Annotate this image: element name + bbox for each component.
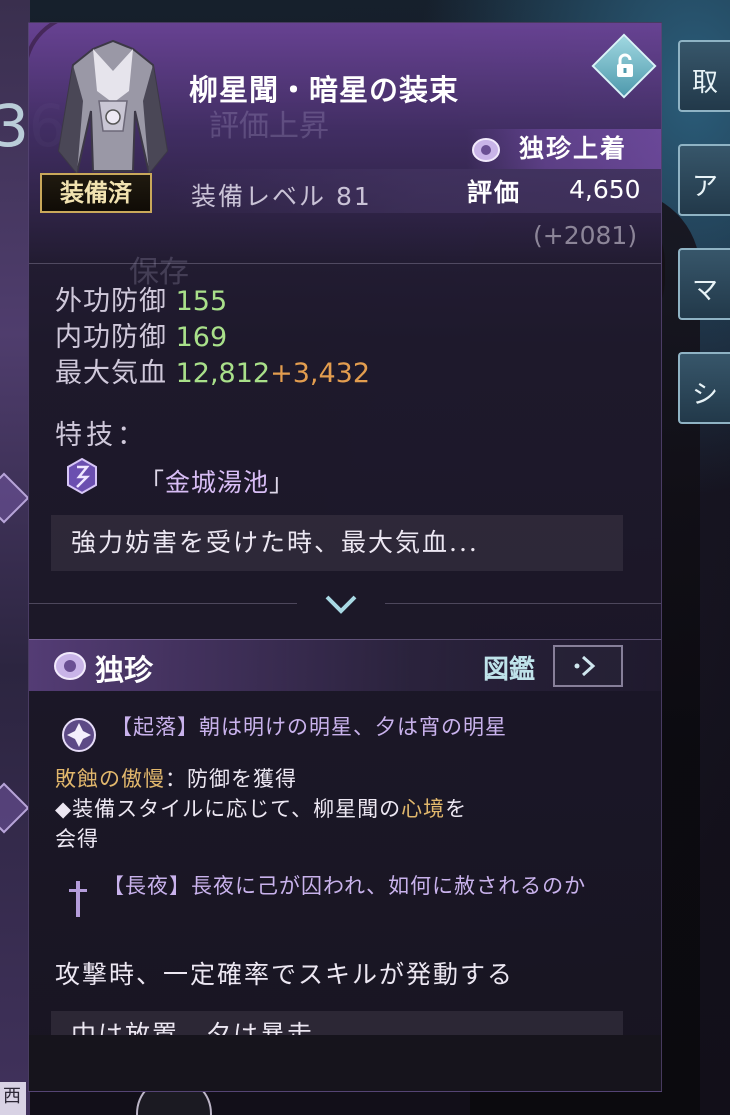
score-diff: (+2081) bbox=[533, 221, 638, 250]
effect-cut-text: 中は放置、夕は暴走 bbox=[71, 1020, 315, 1035]
special-skill-name-text: 金城湯池 bbox=[165, 468, 270, 497]
stat-value: 155 bbox=[175, 286, 228, 317]
stat-name: 最大気血 bbox=[55, 358, 167, 389]
special-skill-heading: 特技： bbox=[55, 420, 148, 451]
skill-rune-icon bbox=[67, 457, 97, 495]
score-value: 4,650 bbox=[569, 175, 641, 204]
equip-level: 装備レベル 81 bbox=[191, 182, 372, 211]
effect-1-line-1: 敗蝕の傲慢：防御を獲得 bbox=[55, 763, 297, 793]
item-name: 柳星聞・暗星の装束 bbox=[189, 73, 460, 107]
sword-icon bbox=[69, 881, 87, 917]
catalog-label[interactable]: 図鑑 bbox=[483, 649, 535, 686]
skill-description: 強力妨害を受けた時、最大気血... bbox=[71, 528, 479, 557]
rarity-gem-icon bbox=[472, 138, 500, 162]
unique-section-title: 独珍 bbox=[95, 653, 154, 687]
chevron-down-icon[interactable] bbox=[319, 589, 363, 619]
effect-1-title: 【起落】朝は明けの明星、夕は宵の明星 bbox=[111, 715, 507, 739]
quote-close: 」 bbox=[269, 468, 296, 497]
effect-1-line-2: ◆装備スタイルに応じて、柳星聞の心境を bbox=[55, 793, 467, 823]
effect-2-text: 攻撃時、一定確率でスキルが発動する bbox=[55, 960, 515, 989]
effect-1-keyword: 敗蝕の傲慢 bbox=[55, 767, 165, 791]
divider-right bbox=[385, 603, 661, 604]
stat-name: 内功防御 bbox=[55, 322, 167, 353]
bottom-left-tab[interactable]: 西 bbox=[0, 1082, 26, 1115]
effect-2-title: 【長夜】長夜に己が囚われ、如何に赦されるのか bbox=[103, 874, 587, 898]
special-skill-name: 「金城湯池」 bbox=[139, 463, 295, 499]
quote-open: 「 bbox=[139, 468, 166, 497]
unique-gem-icon bbox=[54, 652, 86, 680]
effect-1-line-2-prefix: ◆装備スタイルに応じて、柳星聞の bbox=[55, 797, 402, 821]
effect-1-line-3: 会得 bbox=[55, 827, 99, 851]
stat-bonus: +3,432 bbox=[270, 358, 370, 389]
stat-value: 12,812 bbox=[175, 358, 271, 389]
left-inventory-strip bbox=[0, 0, 30, 1115]
catalog-button[interactable] bbox=[553, 645, 623, 687]
effect-1-line-2-keyword: 心境 bbox=[401, 797, 446, 821]
score-label: 評価 bbox=[467, 178, 522, 207]
stat-row: 最大気血 12,812+3,432 bbox=[55, 351, 370, 390]
side-button-4[interactable]: シ bbox=[678, 352, 730, 424]
rarity-label: 独珍上着 bbox=[519, 134, 628, 163]
effect-1-line-1-text: ：防御を獲得 bbox=[165, 767, 297, 791]
stat-value: 169 bbox=[175, 322, 228, 353]
effect-cut-box: 中は放置、夕は暴走 bbox=[51, 1011, 623, 1035]
lock-icon bbox=[617, 53, 633, 77]
stat-row: 外功防御 155 bbox=[55, 279, 227, 318]
stat-row: 内功防御 169 bbox=[55, 315, 227, 354]
side-button-3[interactable]: マ bbox=[678, 248, 730, 320]
panel-bottom-fade bbox=[29, 1035, 661, 1091]
divider bbox=[29, 263, 661, 264]
stat-name: 外功防御 bbox=[55, 286, 167, 317]
item-tooltip-panel: 評価上昇 保存 装備済 柳星聞・暗星の装束 独珍上着 装備レベル 81 評価 4… bbox=[28, 22, 662, 1092]
side-button-1[interactable]: 取 bbox=[678, 40, 730, 112]
divider-left bbox=[29, 603, 297, 604]
robe-item-icon bbox=[57, 39, 169, 176]
equipped-badge: 装備済 bbox=[40, 173, 152, 213]
effect-diamond-icon bbox=[62, 718, 96, 752]
effect-1-line-2-suffix: を bbox=[445, 797, 468, 821]
side-button-2[interactable]: ア bbox=[678, 144, 730, 216]
catalog-arrow-icon bbox=[574, 655, 596, 677]
